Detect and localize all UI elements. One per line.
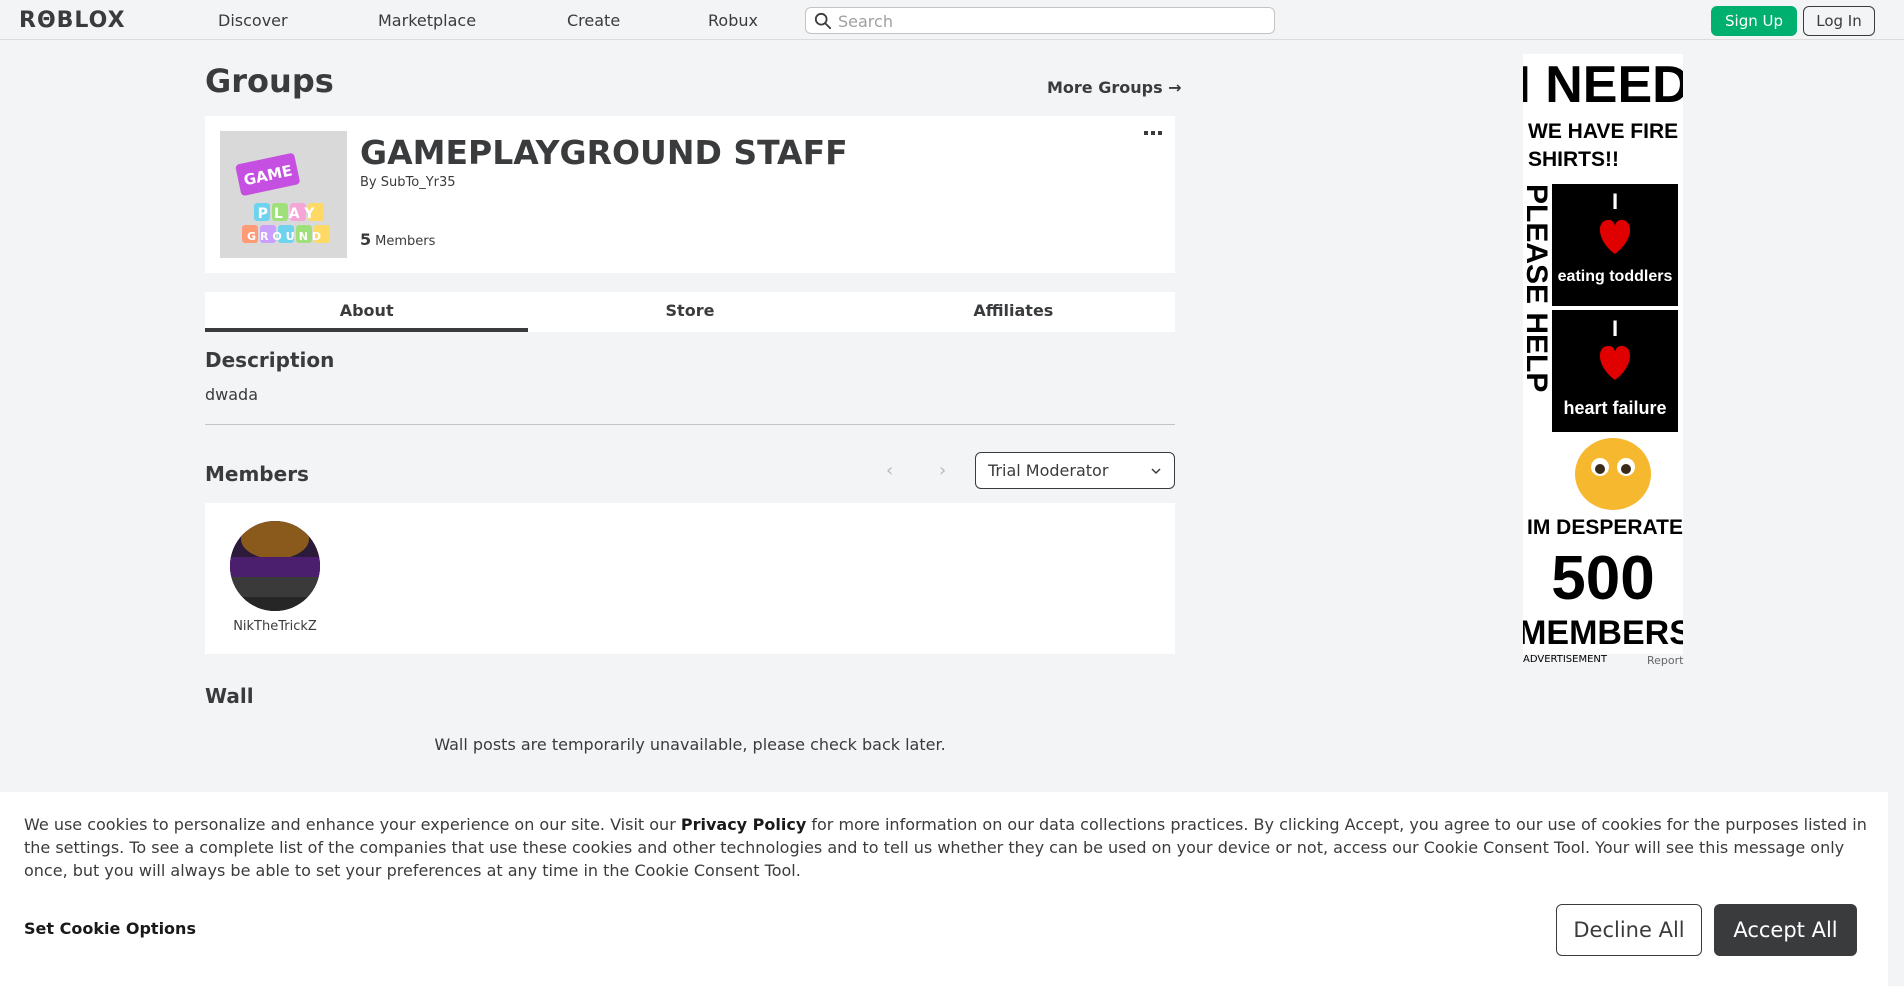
group-member-count: 5 Members	[360, 230, 435, 249]
ad-line-9: IM DESPERATE	[1527, 516, 1683, 539]
group-owner-line: By SubTo_Yr35	[360, 175, 456, 190]
group-header-card: GAME PLAY GROUND GAMEPLAYGROUND STAFF By…	[205, 116, 1175, 273]
tab-affiliates[interactable]: Affiliates	[852, 292, 1175, 332]
nav-discover[interactable]: Discover	[218, 11, 288, 30]
member-count-label: Members	[375, 234, 436, 249]
top-navigation-bar: RΘBLOX Discover Marketplace Create Robux…	[0, 0, 1904, 40]
set-cookie-options-link[interactable]: Set Cookie Options	[24, 919, 196, 938]
search-input[interactable]	[838, 10, 1268, 32]
chevron-right-icon[interactable]: ›	[939, 460, 946, 481]
member-name[interactable]: NikTheTrickZ	[225, 619, 325, 634]
group-emblem: GAME PLAY GROUND	[220, 131, 347, 258]
ad-line-10: 500	[1551, 544, 1654, 613]
ad-line-11: MEMBERS	[1523, 614, 1683, 652]
group-owner-link[interactable]: SubTo_Yr35	[381, 175, 456, 190]
cookie-message: We use cookies to personalize and enhanc…	[24, 813, 1869, 882]
nav-marketplace[interactable]: Marketplace	[378, 11, 476, 30]
log-in-button[interactable]: Log In	[1803, 6, 1875, 36]
chevron-down-icon	[1151, 468, 1161, 475]
section-divider	[205, 424, 1175, 425]
ad-line-8: heart failure	[1563, 398, 1666, 418]
members-title: Members	[205, 462, 309, 486]
ad-line-3: SHIRTS!!	[1528, 148, 1619, 171]
advertisement-label: ADVERTISEMENT	[1523, 654, 1608, 665]
members-list: NikTheTrickZ	[205, 503, 1175, 654]
report-ad-link[interactable]: Report	[1647, 654, 1683, 667]
ad-line-1: I NEED	[1523, 56, 1683, 114]
ad-line-6: eating toddlers	[1558, 268, 1673, 285]
description-text: dwada	[205, 385, 259, 404]
cookie-text-before: We use cookies to personalize and enhanc…	[24, 815, 681, 834]
scrollbar[interactable]	[1888, 40, 1904, 986]
decline-all-button[interactable]: Decline All	[1556, 904, 1702, 956]
ad-line-5: I	[1612, 189, 1618, 214]
chevron-left-icon[interactable]: ‹	[886, 460, 893, 481]
pleading-emoji-icon	[1575, 438, 1651, 510]
avatar[interactable]	[230, 521, 320, 611]
page-title: Groups	[205, 62, 334, 100]
wall-unavailable-message: Wall posts are temporarily unavailable, …	[434, 735, 946, 754]
roblox-logo[interactable]: RΘBLOX	[19, 8, 126, 33]
ad-line-4: PLEASE HELP	[1523, 184, 1553, 392]
group-by-prefix: By	[360, 175, 377, 190]
group-emblem-image: GAME PLAY GROUND	[220, 131, 347, 258]
search-box[interactable]	[805, 7, 1275, 34]
accept-all-button[interactable]: Accept All	[1714, 904, 1857, 956]
ad-line-2: WE HAVE FIRE	[1528, 120, 1678, 143]
group-name: GAMEPLAYGROUND STAFF	[360, 133, 848, 172]
privacy-policy-link[interactable]: Privacy Policy	[681, 815, 806, 834]
tab-store[interactable]: Store	[528, 292, 851, 332]
more-groups-link[interactable]: More Groups →	[1047, 78, 1182, 97]
emblem-text-play: PLAY	[258, 206, 321, 222]
wall-title: Wall	[205, 684, 254, 708]
ad-line-7: I	[1612, 316, 1618, 341]
advertisement-banner[interactable]: I NEED WE HAVE FIRE SHIRTS!! PLEASE HELP…	[1523, 54, 1683, 654]
search-icon	[814, 12, 832, 30]
role-dropdown[interactable]: Trial Moderator	[975, 452, 1175, 489]
cookie-consent-banner: We use cookies to personalize and enhanc…	[0, 792, 1888, 986]
emblem-text-ground: GROUND	[247, 230, 325, 243]
member-count-value: 5	[360, 230, 372, 249]
nav-create[interactable]: Create	[567, 11, 620, 30]
more-options-icon[interactable]	[1143, 128, 1163, 140]
member-item[interactable]: NikTheTrickZ	[225, 521, 325, 634]
ad-image: I NEED WE HAVE FIRE SHIRTS!! PLEASE HELP…	[1523, 54, 1683, 654]
description-title: Description	[205, 348, 335, 372]
role-dropdown-value: Trial Moderator	[988, 461, 1109, 480]
avatar-image	[230, 521, 320, 611]
tab-about[interactable]: About	[205, 292, 529, 332]
nav-robux[interactable]: Robux	[708, 11, 758, 30]
group-tabs: About Store Affiliates	[205, 292, 1175, 332]
sign-up-button[interactable]: Sign Up	[1711, 6, 1797, 36]
